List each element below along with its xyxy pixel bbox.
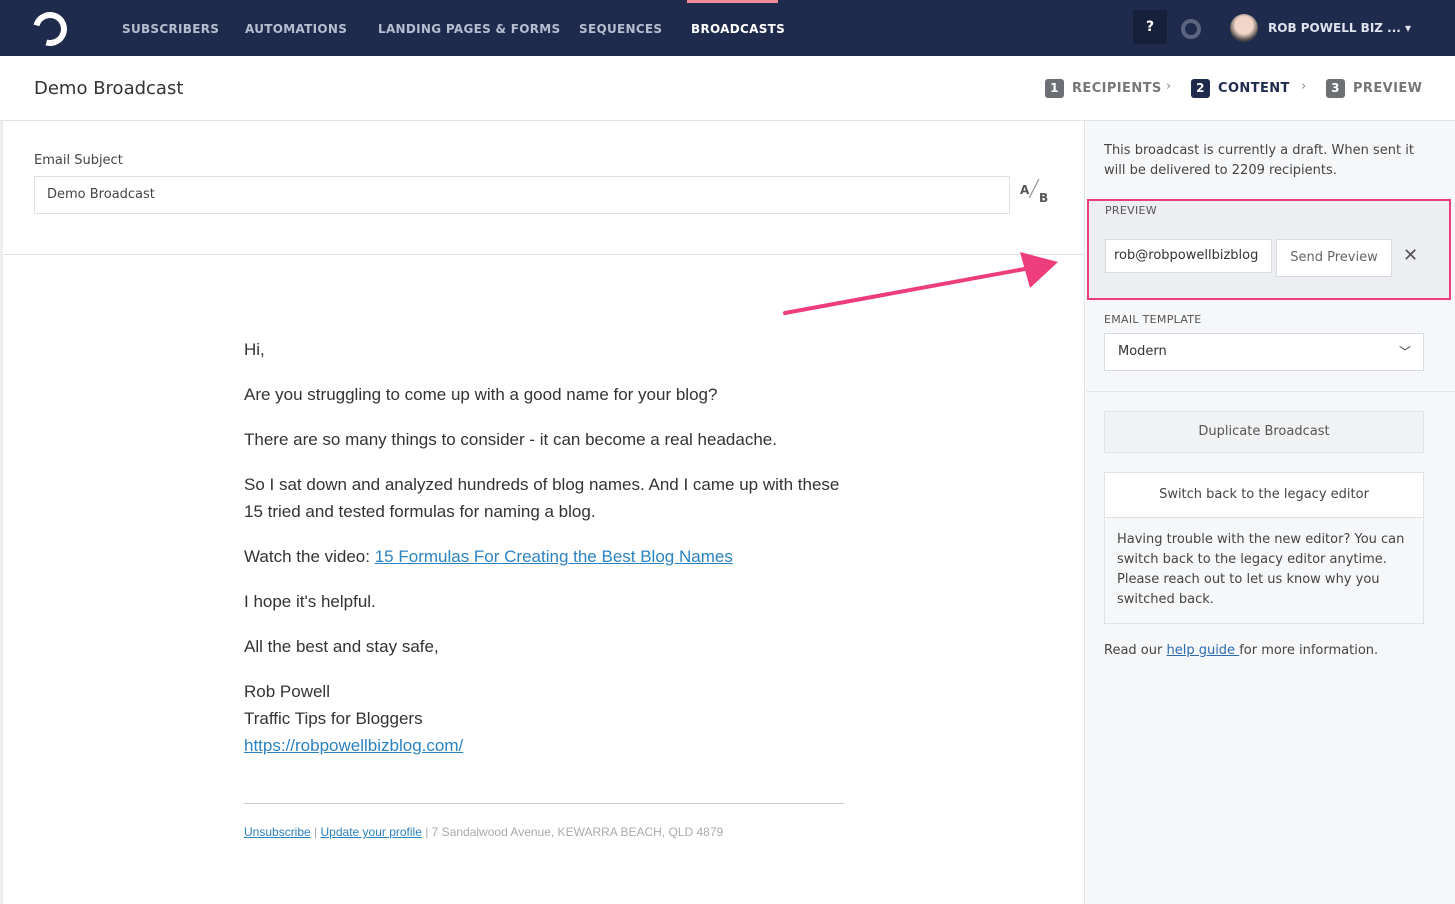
nav-sequences[interactable]: SEQUENCES [579,22,662,36]
editor-pane: Email Subject Demo Broadcast A╱B Hi, Are… [0,121,1085,904]
guide-prefix: Read our [1104,643,1167,658]
step-number: 3 [1326,79,1345,98]
preview-label: PREVIEW [1105,204,1157,217]
nav-landing-pages[interactable]: LANDING PAGES & FORMS [378,22,561,36]
sidebar: This broadcast is currently a draft. Whe… [1086,121,1455,904]
nav-broadcasts[interactable]: BROADCASTS [691,22,785,36]
email-body[interactable]: Hi, Are you struggling to come up with a… [244,336,844,759]
step-preview[interactable]: 3 PREVIEW [1326,79,1422,98]
step-label: PREVIEW [1353,81,1423,96]
close-icon[interactable]: ✕ [1403,245,1418,266]
user-menu[interactable]: ROB POWELL BIZ ... ▾ [1268,21,1411,35]
chevron-down-icon: ﹀ [1398,345,1411,359]
draft-note: This broadcast is currently a draft. Whe… [1104,143,1414,178]
email-paragraph: There are so many things to consider - i… [244,430,777,449]
email-paragraph: So I sat down and analyzed hundreds of b… [244,475,840,521]
signature-link[interactable]: https://robpowellbizblog.com/ [244,736,463,755]
step-label: RECIPIENTS [1072,81,1162,96]
legacy-editor-text: Having trouble with the new editor? You … [1117,532,1405,607]
step-content[interactable]: 2 CONTENT [1191,79,1290,98]
legacy-editor-button[interactable]: Switch back to the legacy editor [1105,473,1423,518]
legacy-editor-panel: Switch back to the legacy editor Having … [1104,472,1424,624]
active-tab-indicator [687,0,778,3]
email-footer: Unsubscribe | Update your profile | 7 Sa… [244,803,844,839]
notification-ring-icon[interactable] [1181,19,1201,39]
duplicate-broadcast-button[interactable]: Duplicate Broadcast [1104,411,1424,453]
email-paragraph: Hi, [244,340,265,359]
step-number: 2 [1191,79,1210,98]
video-prefix: Watch the video: [244,547,375,566]
email-template-select[interactable]: Modern ﹀ [1104,333,1424,371]
unsubscribe-link[interactable]: Unsubscribe [244,825,311,839]
step-recipients[interactable]: 1 RECIPIENTS [1045,79,1162,98]
nav-automations[interactable]: AUTOMATIONS [245,22,347,36]
email-paragraph: I hope it's helpful. [244,592,376,611]
step-label: CONTENT [1218,81,1290,96]
send-preview-button[interactable]: Send Preview [1276,239,1392,277]
email-subject-label: Email Subject [34,153,123,168]
nav-subscribers[interactable]: SUBSCRIBERS [122,22,219,36]
footer-address: | 7 Sandalwood Avenue, KEWARRA BEACH, QL… [421,825,724,839]
page-header: Demo Broadcast 1 RECIPIENTS › 2 CONTENT › … [0,56,1455,121]
email-template-label: EMAIL TEMPLATE [1104,313,1202,326]
chevron-right-icon: › [1301,79,1307,94]
separator: | [310,825,321,839]
email-paragraph: All the best and stay safe, [244,637,439,656]
email-subject-input[interactable]: Demo Broadcast [34,176,1010,214]
divider [3,254,1085,255]
guide-suffix: for more information. [1239,643,1379,658]
ab-a: A [1020,183,1030,197]
preview-section: PREVIEW rob@robpowellbizblog Send Previe… [1087,199,1451,300]
email-paragraph: Are you struggling to come up with a goo… [244,385,718,404]
page-title: Demo Broadcast [34,78,184,99]
signature-company: Traffic Tips for Bloggers [244,709,423,728]
step-number: 1 [1045,79,1064,98]
video-link[interactable]: 15 Formulas For Creating the Best Blog N… [375,547,733,566]
signature-name: Rob Powell [244,682,330,701]
divider [1086,391,1455,392]
update-profile-link[interactable]: Update your profile [321,825,422,839]
help-guide-text: Read our help guide for more information… [1104,643,1378,658]
avatar[interactable] [1230,14,1258,42]
preview-email-input[interactable]: rob@robpowellbizblog [1105,239,1272,273]
top-nav: SUBSCRIBERS AUTOMATIONS LANDING PAGES & … [0,0,1455,56]
ab-b: B [1038,191,1049,205]
template-value: Modern [1118,344,1167,359]
ab-test-button[interactable]: A╱B [1020,179,1048,205]
email-paragraph: Watch the video: 15 Formulas For Creatin… [244,543,844,570]
help-guide-link[interactable]: help guide [1166,643,1239,658]
chevron-right-icon: › [1166,79,1172,94]
logo-icon[interactable] [26,5,74,53]
help-button[interactable]: ? [1133,10,1167,44]
